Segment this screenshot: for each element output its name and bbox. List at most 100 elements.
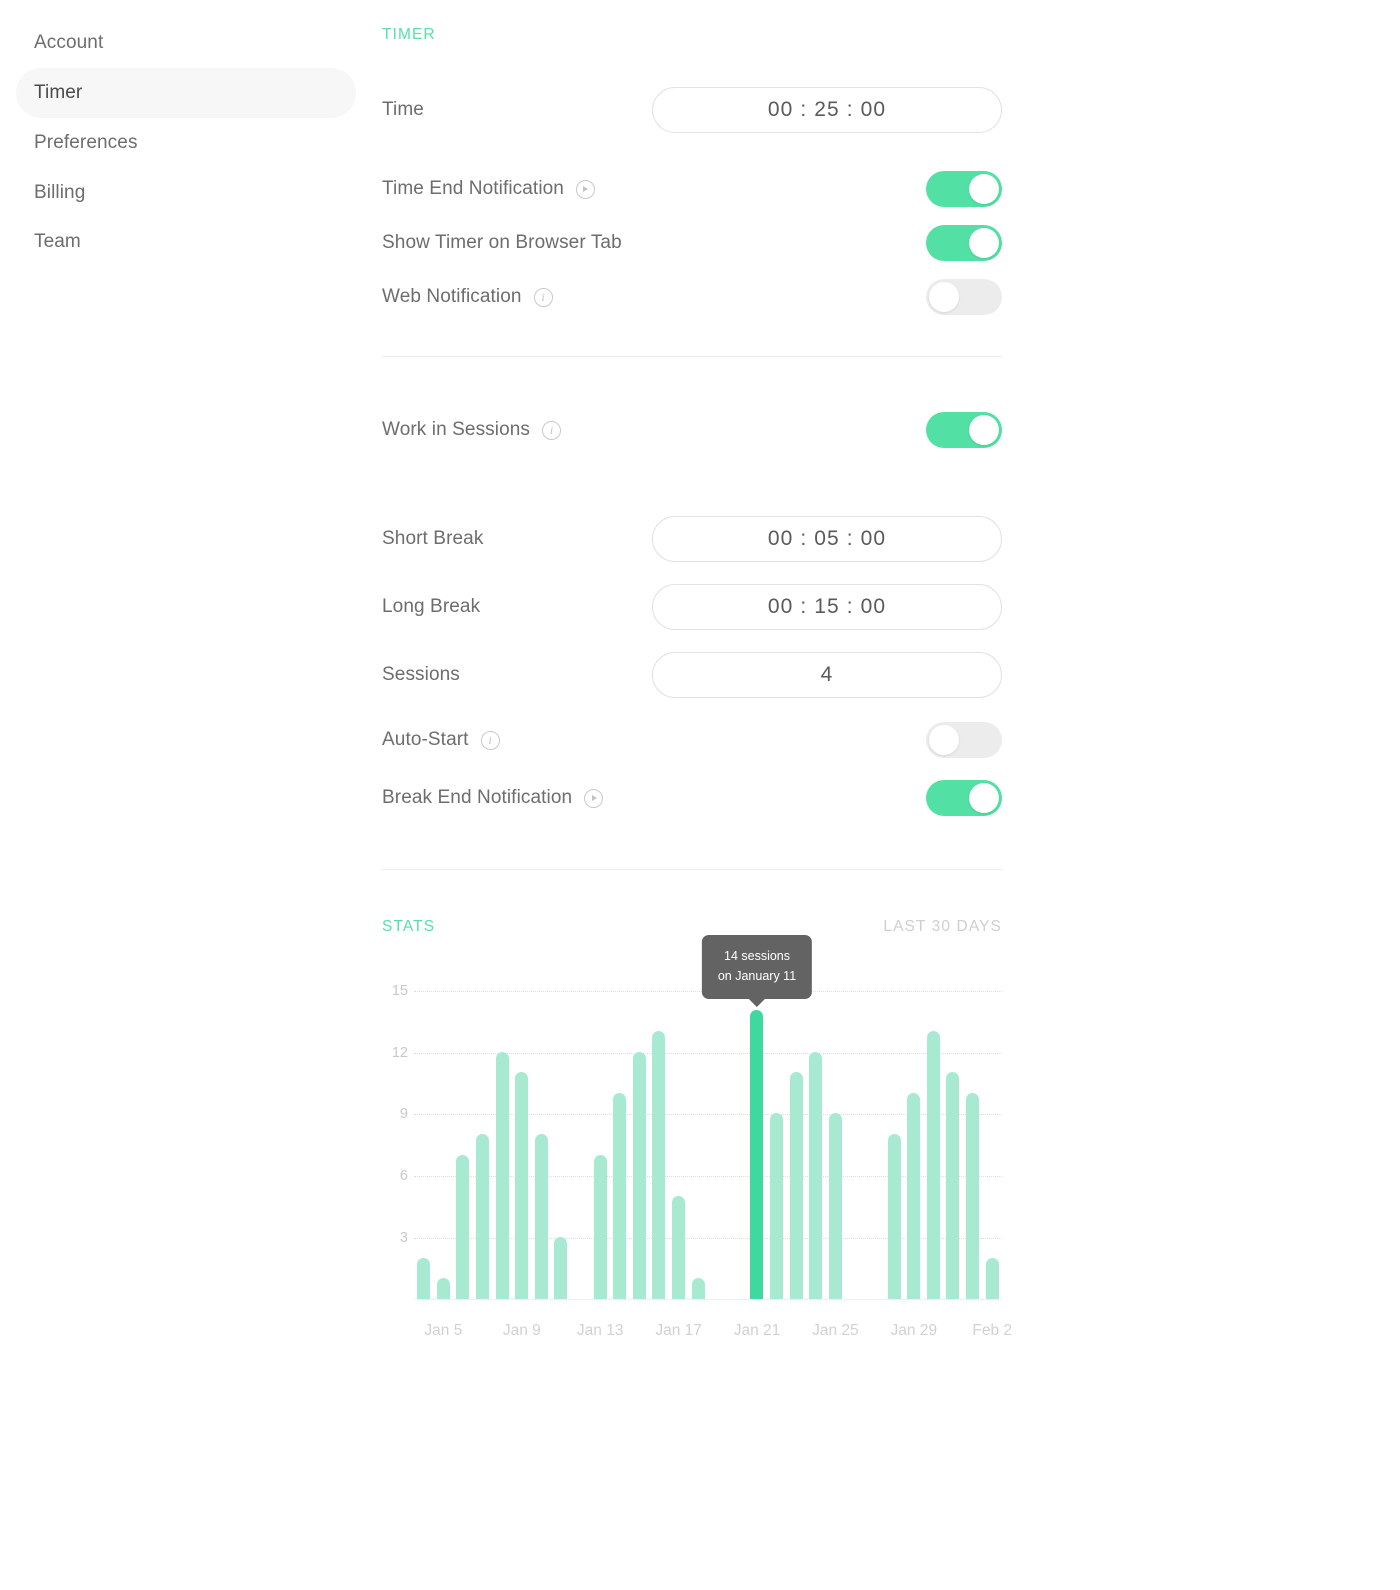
chart-bar[interactable] [946, 1072, 960, 1299]
short-break-input[interactable]: 00 : 05 : 00 [652, 516, 1002, 562]
bar-slot [688, 970, 708, 1299]
sessions-control: 4 [652, 652, 1002, 698]
chart-bar[interactable] [456, 1154, 470, 1299]
chart-bar[interactable] [985, 1257, 999, 1299]
info-icon[interactable]: i [533, 287, 553, 307]
bar-slot [610, 970, 630, 1299]
long-break-input[interactable]: 00 : 15 : 00 [652, 584, 1002, 630]
short-break-control: 00 : 05 : 00 [652, 516, 1002, 562]
show-timer-toggle[interactable] [926, 225, 1002, 261]
chart-bar[interactable] [907, 1092, 921, 1299]
sessions-input[interactable]: 4 [652, 652, 1002, 698]
chart-bar[interactable] [436, 1278, 450, 1299]
bar-slot [943, 970, 963, 1299]
sidebar-item-label: Team [34, 231, 81, 253]
sessions-label-wrap: Sessions [382, 664, 652, 686]
row-auto-start: Auto-Start i [382, 709, 1002, 771]
chart-bar[interactable] [554, 1237, 568, 1299]
sidebar-nav: Account Timer Preferences Billing Team [0, 0, 380, 1590]
play-icon[interactable] [584, 788, 604, 808]
break-end-notification-toggle[interactable] [926, 780, 1002, 816]
chart-tooltip: 14 sessions on January 11 [701, 935, 813, 999]
bar-slot [532, 970, 552, 1299]
chart-bar[interactable] [887, 1134, 901, 1299]
work-in-sessions-label-wrap: Work in Sessions i [382, 419, 652, 441]
bar-slot [571, 970, 591, 1299]
auto-start-control [652, 722, 1002, 758]
chart-bar[interactable] [965, 1092, 979, 1299]
y-axis-tick: 15 [391, 982, 408, 999]
x-axis-tick: Jan 9 [502, 1322, 541, 1339]
chart-bar[interactable] [515, 1072, 529, 1299]
break-end-notification-label: Break End Notification [382, 787, 573, 808]
info-icon[interactable]: i [542, 420, 562, 440]
x-axis-tick: Jan 21 [733, 1322, 781, 1339]
chart-bar[interactable] [672, 1195, 686, 1299]
chart-bar[interactable] [417, 1257, 431, 1299]
stats-range-label: LAST 30 DAYS [883, 918, 1002, 935]
bar-slot [551, 970, 571, 1299]
row-time-end-notification: Time End Notification [382, 162, 1002, 216]
y-axis-tick: 12 [391, 1044, 408, 1061]
chart-bar[interactable] [632, 1051, 646, 1299]
show-timer-control [652, 225, 1002, 261]
toggle-knob [969, 415, 999, 445]
row-break-end-notification: Break End Notification [382, 771, 1002, 825]
web-notification-label-wrap: Web Notification i [382, 286, 652, 308]
toggle-knob [969, 174, 999, 204]
work-in-sessions-toggle[interactable] [926, 412, 1002, 448]
chart-bar[interactable] [691, 1278, 705, 1299]
bar-slot [708, 970, 728, 1299]
sidebar-item-billing[interactable]: Billing [16, 168, 356, 218]
chart-bar[interactable] [476, 1134, 490, 1299]
chart-bar[interactable] [613, 1092, 627, 1299]
bar-slot [414, 970, 434, 1299]
chart-bar[interactable] [769, 1113, 783, 1299]
auto-start-label: Auto-Start [382, 729, 469, 750]
tooltip-line-2: on January 11 [717, 968, 797, 983]
bar-slot [786, 970, 806, 1299]
auto-start-toggle[interactable] [926, 722, 1002, 758]
chart-plot-area: 3 6 9 12 15 [392, 970, 1002, 1300]
time-label: Time [382, 99, 424, 120]
time-input[interactable]: 00 : 25 : 00 [652, 87, 1002, 133]
chart-bar[interactable] [593, 1154, 607, 1299]
bar-slot [767, 970, 787, 1299]
auto-start-label-wrap: Auto-Start i [382, 729, 652, 751]
toggle-knob [929, 282, 959, 312]
tooltip-line-1: 14 sessions [723, 949, 791, 964]
time-end-notification-label-wrap: Time End Notification [382, 178, 652, 200]
row-time: Time 00 : 25 : 00 [382, 74, 1002, 146]
toggle-knob [969, 783, 999, 813]
sidebar-item-team[interactable]: Team [16, 217, 356, 267]
sidebar-item-preferences[interactable]: Preferences [16, 118, 356, 168]
bar-slot [747, 970, 767, 1299]
bar-slot [434, 970, 454, 1299]
web-notification-toggle[interactable] [926, 279, 1002, 315]
time-end-notification-toggle[interactable] [926, 171, 1002, 207]
chart-x-axis: Jan 5 Jan 9 Jan 13 Jan 17 Jan 21 Jan 25 Jan 29… [414, 1300, 1012, 1346]
row-short-break: Short Break 00 : 05 : 00 [382, 505, 1002, 573]
stats-section-title: STATS [382, 918, 436, 935]
chart-bar[interactable] [809, 1051, 823, 1299]
time-end-notification-label: Time End Notification [382, 178, 564, 199]
chart-bar[interactable] [652, 1030, 666, 1299]
chart-bar[interactable] [534, 1134, 548, 1299]
row-sessions: Sessions 4 [382, 641, 1002, 709]
sidebar-item-account[interactable]: Account [16, 18, 356, 68]
chart-bar[interactable] [926, 1030, 940, 1299]
play-icon[interactable] [575, 179, 595, 199]
y-axis-tick: 3 [399, 1230, 408, 1247]
chart-bar[interactable] [789, 1072, 803, 1299]
break-end-notification-control [652, 780, 1002, 816]
chart-bar[interactable] [828, 1113, 842, 1299]
chart-bar[interactable] [495, 1051, 509, 1299]
info-icon[interactable]: i [480, 730, 500, 750]
sidebar-item-timer[interactable]: Timer [16, 67, 356, 118]
chart-bar-highlighted[interactable] [750, 1010, 764, 1299]
break-end-notification-label-wrap: Break End Notification [382, 787, 652, 809]
bar-slot [904, 970, 924, 1299]
row-long-break: Long Break 00 : 15 : 00 [382, 573, 1002, 641]
